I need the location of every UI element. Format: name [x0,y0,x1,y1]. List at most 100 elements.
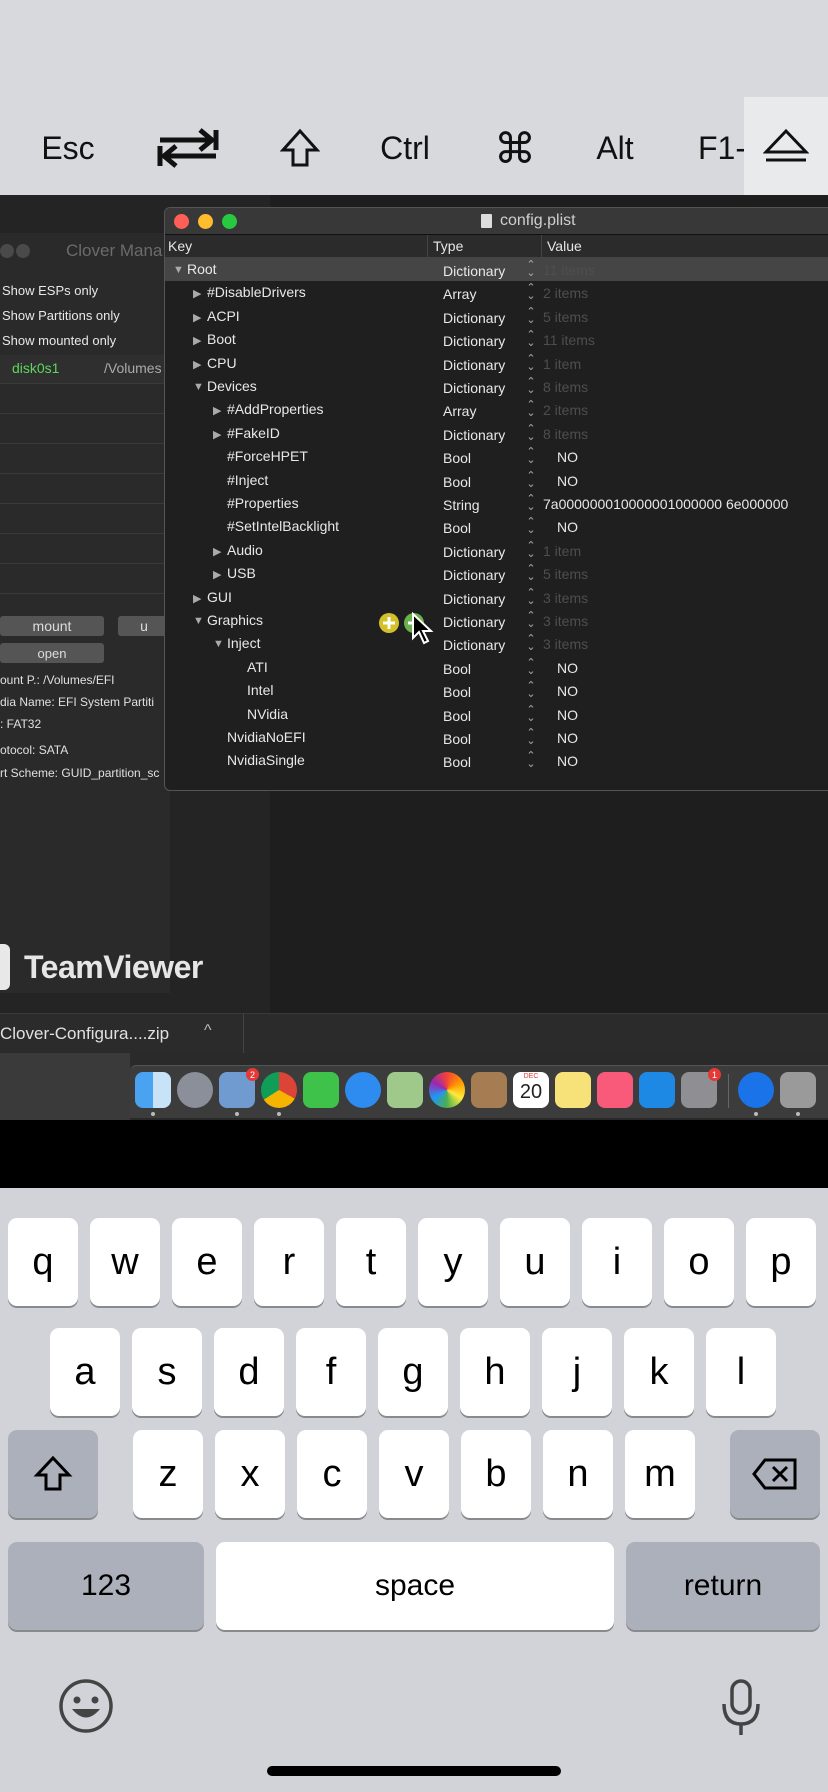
minimize-icon[interactable] [198,214,213,229]
tab-key[interactable] [148,113,228,183]
type-stepper-icon[interactable]: ⌃ ⌄ [526,728,536,747]
type-stepper-icon[interactable]: ⌃ ⌄ [526,704,536,723]
plist-row[interactable]: ▶ #AddProperties Array ⌃ ⌄ 2 items [165,398,828,421]
type-stepper-icon[interactable]: ⌃ ⌄ [526,400,536,419]
home-indicator[interactable] [267,1766,561,1776]
finder-icon[interactable] [135,1072,171,1108]
shift-key[interactable] [8,1430,98,1518]
close-icon[interactable] [174,214,189,229]
plist-row[interactable]: ▶ Audio Dictionary ⌃ ⌄ 1 item [165,539,828,562]
disclosure-closed-icon[interactable]: ▶ [193,358,201,371]
type-stepper-icon[interactable]: ⌃ ⌄ [526,377,536,396]
row-type[interactable]: Dictionary [443,567,505,583]
plist-row[interactable]: ATI Bool ⌃ ⌄ NO [165,656,828,679]
plist-row[interactable]: #SetIntelBacklight Bool ⌃ ⌄ NO [165,515,828,538]
emoji-icon[interactable] [58,1678,114,1734]
return-key[interactable]: return [626,1542,820,1630]
plist-row[interactable]: ▶ #DisableDrivers Array ⌃ ⌄ 2 items [165,281,828,304]
type-stepper-icon[interactable]: ⌃ ⌄ [526,517,536,536]
row-value[interactable]: 2 items [543,402,588,418]
messages-icon[interactable] [345,1072,381,1108]
notes-icon[interactable] [555,1072,591,1108]
chrome-icon[interactable] [261,1072,297,1108]
row-value[interactable]: 8 items [543,426,588,442]
music-icon[interactable] [597,1072,633,1108]
type-stepper-icon[interactable]: ⌃ ⌄ [526,447,536,466]
row-value[interactable]: NO [557,683,578,699]
column-value[interactable]: Value [547,238,582,254]
microphone-icon[interactable] [718,1678,764,1738]
type-stepper-icon[interactable]: ⌃ ⌄ [526,330,536,349]
option-show-esps[interactable]: Show ESPs only [2,283,98,298]
letter-key[interactable]: m [625,1430,695,1518]
row-type[interactable]: Dictionary [443,357,505,373]
zoom-icon[interactable] [222,214,237,229]
column-type[interactable]: Type [433,238,463,254]
window-button[interactable] [0,244,14,258]
disclosure-closed-icon[interactable]: ▶ [213,568,221,581]
letter-key[interactable]: k [624,1328,694,1416]
disclosure-open-icon[interactable]: ▼ [213,638,224,650]
row-value[interactable]: 5 items [543,566,588,582]
disclosure-open-icon[interactable]: ▼ [193,381,204,393]
type-stepper-icon[interactable]: ⌃ ⌄ [526,634,536,653]
row-value[interactable]: NO [557,730,578,746]
type-stepper-icon[interactable]: ⌃ ⌄ [526,260,536,279]
eject-key[interactable] [744,97,828,195]
row-type[interactable]: Dictionary [443,591,505,607]
letter-key[interactable]: l [706,1328,776,1416]
plist-row[interactable]: ▶ USB Dictionary ⌃ ⌄ 5 items [165,562,828,585]
row-type[interactable]: Bool [443,450,471,466]
plist-row[interactable]: ▶ #FakeID Dictionary ⌃ ⌄ 8 items [165,422,828,445]
esc-key[interactable]: Esc [28,113,108,183]
row-value[interactable]: 2 items [543,285,588,301]
letter-key[interactable]: o [664,1218,734,1306]
calendar-icon[interactable]: DEC 20 [513,1072,549,1108]
row-type[interactable]: Bool [443,661,471,677]
download-file-name[interactable]: Clover-Configura....zip [0,1024,169,1044]
disclosure-closed-icon[interactable]: ▶ [193,287,201,300]
type-stepper-icon[interactable]: ⌃ ⌄ [526,611,536,630]
type-stepper-icon[interactable]: ⌃ ⌄ [526,470,536,489]
row-type[interactable]: Bool [443,731,471,747]
type-stepper-icon[interactable]: ⌃ ⌄ [526,494,536,513]
plist-row[interactable]: ▶ ACPI Dictionary ⌃ ⌄ 5 items [165,305,828,328]
plist-row[interactable]: ▶ GUI Dictionary ⌃ ⌄ 3 items [165,586,828,609]
plist-row[interactable]: ▼ Graphics Dictionary ⌃ ⌄ 3 items [165,609,828,632]
row-type[interactable]: Dictionary [443,310,505,326]
launchpad-icon[interactable] [177,1072,213,1108]
plist-row[interactable]: #ForceHPET Bool ⌃ ⌄ NO [165,445,828,468]
plist-row[interactable]: ▶ Boot Dictionary ⌃ ⌄ 11 items [165,328,828,351]
unmount-button[interactable]: u [118,616,170,636]
letter-key[interactable]: e [172,1218,242,1306]
row-value[interactable]: 3 items [543,613,588,629]
space-key[interactable]: space [216,1542,614,1630]
shift-key[interactable] [270,113,330,183]
row-value[interactable]: NO [557,519,578,535]
letter-key[interactable]: i [582,1218,652,1306]
disk-icon[interactable] [780,1072,816,1108]
row-value[interactable]: 3 items [543,590,588,606]
option-show-mounted[interactable]: Show mounted only [2,333,116,348]
letter-key[interactable]: y [418,1218,488,1306]
row-value[interactable]: NO [557,753,578,769]
ctrl-key[interactable]: Ctrl [370,113,440,183]
letter-key[interactable]: d [214,1328,284,1416]
wifi-icon[interactable] [738,1072,774,1108]
row-value[interactable]: NO [557,707,578,723]
row-type[interactable]: Dictionary [443,333,505,349]
type-stepper-icon[interactable]: ⌃ ⌄ [526,657,536,676]
plist-row[interactable]: ▼ Devices Dictionary ⌃ ⌄ 8 items [165,375,828,398]
row-type[interactable]: Bool [443,474,471,490]
row-type[interactable]: Dictionary [443,544,505,560]
plist-row[interactable]: NVidia Bool ⌃ ⌄ NO [165,703,828,726]
type-stepper-icon[interactable]: ⌃ ⌄ [526,423,536,442]
letter-key[interactable]: a [50,1328,120,1416]
row-type[interactable]: Bool [443,684,471,700]
letter-key[interactable]: c [297,1430,367,1518]
disclosure-closed-icon[interactable]: ▶ [193,592,201,605]
letter-key[interactable]: z [133,1430,203,1518]
row-type[interactable]: Bool [443,520,471,536]
app-store-icon[interactable] [639,1072,675,1108]
type-stepper-icon[interactable]: ⌃ ⌄ [526,306,536,325]
